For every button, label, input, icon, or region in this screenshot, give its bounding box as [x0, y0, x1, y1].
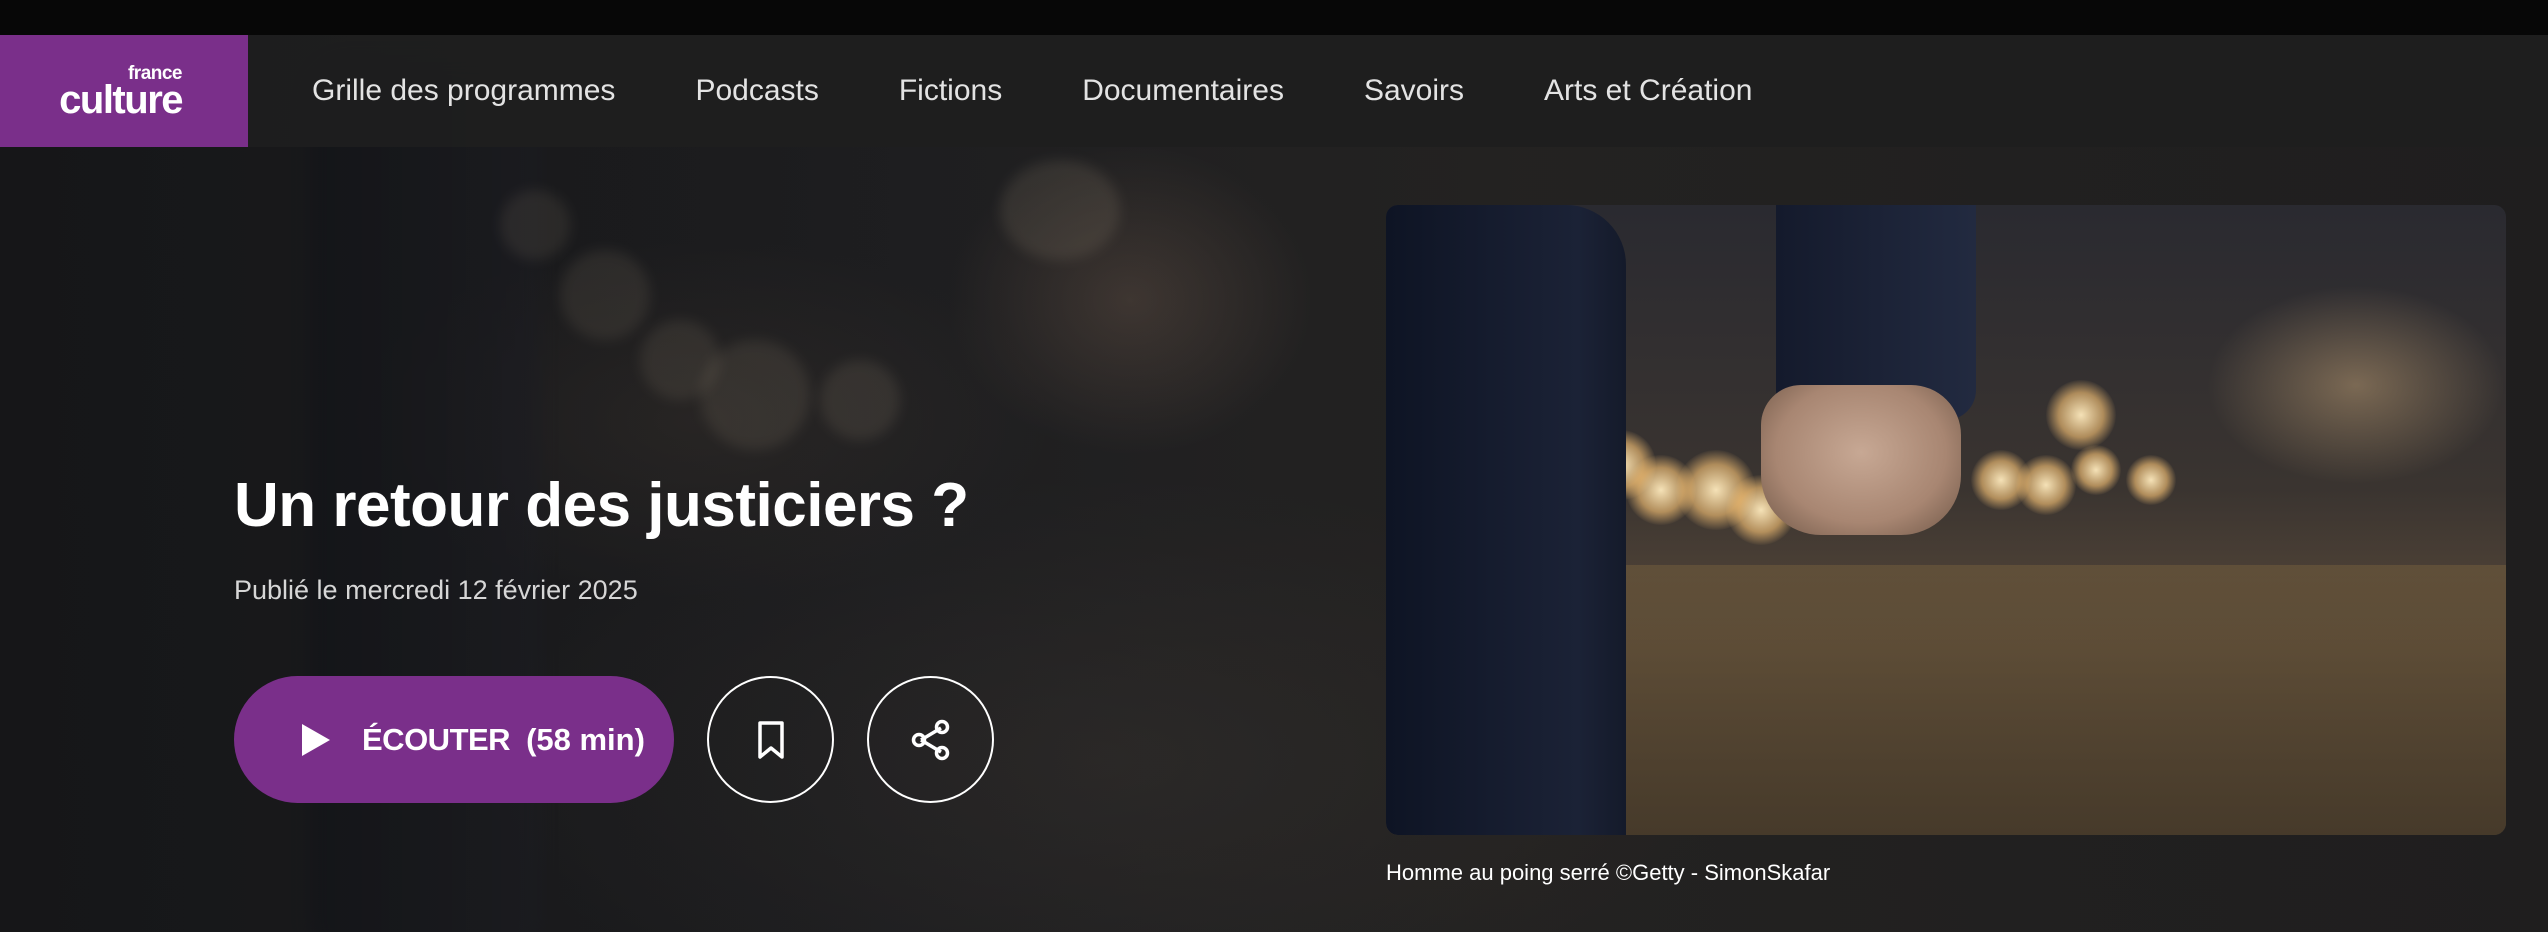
- main-nav: Grille des programmes Podcasts Fictions …: [312, 74, 1832, 108]
- image-fist: [1761, 385, 1961, 535]
- image-bokeh: [2046, 380, 2116, 450]
- logo-line-2: culture: [59, 78, 183, 122]
- listen-duration: (58 min): [526, 721, 645, 757]
- nav-item-documentaires[interactable]: Documentaires: [1082, 74, 1284, 108]
- nav-item-fictions[interactable]: Fictions: [899, 74, 1002, 108]
- bookmark-button[interactable]: [707, 676, 834, 803]
- nav-item-grille[interactable]: Grille des programmes: [312, 74, 615, 108]
- site-header: france culture Grille des programmes Pod…: [0, 35, 2548, 147]
- image-bokeh: [2126, 455, 2176, 505]
- bookmark-icon: [757, 720, 784, 759]
- listen-button[interactable]: ÉCOUTER (58 min): [234, 676, 674, 803]
- image-bokeh: [2016, 455, 2076, 515]
- listen-label: ÉCOUTER: [362, 721, 511, 757]
- share-icon: [911, 719, 949, 760]
- france-culture-logo[interactable]: france culture: [0, 35, 248, 147]
- episode-title: Un retour des justiciers ?: [234, 471, 969, 540]
- play-icon: [302, 723, 330, 756]
- publish-date: Publié le mercredi 12 février 2025: [234, 575, 638, 605]
- nav-item-podcasts[interactable]: Podcasts: [695, 74, 818, 108]
- nav-item-savoirs[interactable]: Savoirs: [1364, 74, 1464, 108]
- image-glow: [2206, 285, 2506, 485]
- nav-item-arts[interactable]: Arts et Création: [1544, 74, 1752, 108]
- share-button[interactable]: [867, 676, 994, 803]
- image-bokeh: [2071, 445, 2121, 495]
- episode-image: [1386, 205, 2506, 835]
- top-strip: [0, 0, 2548, 35]
- image-arm: [1386, 205, 1626, 835]
- image-caption: Homme au poing serré ©Getty - SimonSkafa…: [1386, 860, 1831, 885]
